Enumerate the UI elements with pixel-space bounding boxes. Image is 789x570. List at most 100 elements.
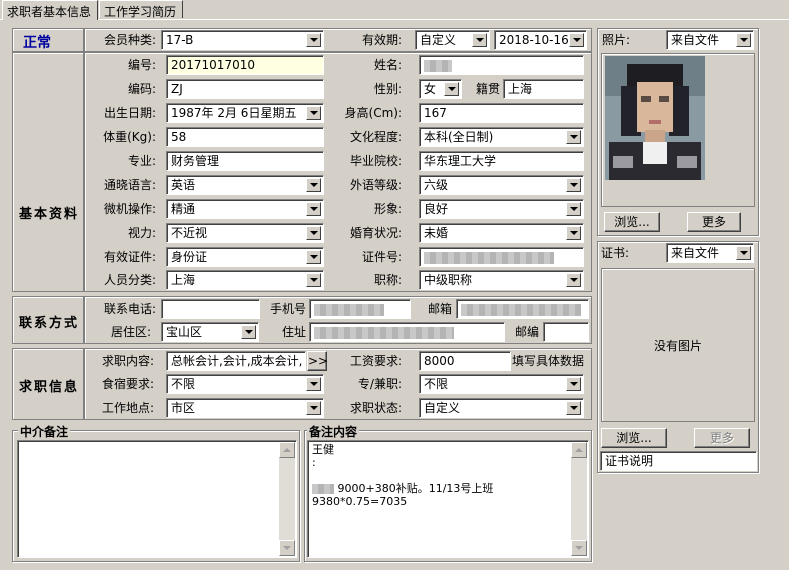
chevron-down-icon[interactable] [736, 246, 751, 260]
school-field[interactable]: 华东理工大学 [419, 151, 584, 171]
id-type-select[interactable]: 身份证 [166, 247, 324, 267]
category-select[interactable]: 上海 [166, 270, 324, 290]
chevron-down-icon[interactable] [444, 82, 459, 96]
mobile-field[interactable] [309, 299, 411, 319]
height-field[interactable]: 167 [419, 103, 584, 123]
native-field[interactable]: 上海 [503, 79, 584, 99]
chevron-down-icon[interactable] [306, 106, 321, 120]
location-value: 市区 [171, 401, 196, 415]
member-type-select[interactable]: 17-B [161, 30, 324, 50]
edu-label: 文化程度: [349, 130, 402, 144]
scroll-down-icon[interactable] [571, 540, 587, 556]
code-field[interactable]: ZJ [166, 79, 324, 99]
chevron-down-icon[interactable] [306, 401, 321, 415]
chevron-down-icon[interactable] [566, 178, 581, 192]
chevron-down-icon[interactable] [472, 33, 487, 47]
location-select[interactable]: 市区 [166, 398, 324, 418]
phone-field[interactable] [161, 299, 260, 319]
height-label: 身高(Cm): [344, 106, 402, 120]
more-label: 更多 [701, 215, 726, 229]
photo-label: 照片: [602, 33, 631, 47]
basic-group: 基本资料 [12, 52, 84, 292]
browse-label: 浏览... [616, 431, 652, 445]
fulltime-select[interactable]: 不限 [419, 374, 584, 394]
position-label: 求职内容: [101, 354, 154, 368]
title-value: 中级职称 [424, 273, 473, 287]
lang-select[interactable]: 英语 [166, 175, 324, 195]
tab-work-history[interactable]: 工作学习简历 [99, 0, 183, 19]
cert-source-select[interactable]: 来自文件 [666, 243, 754, 263]
birth-date-picker[interactable]: 1987年 2月 6日星期五 [166, 103, 324, 123]
chevron-down-icon[interactable] [566, 226, 581, 240]
chevron-down-icon[interactable] [566, 273, 581, 287]
photo-browse-button[interactable]: 浏览... [604, 212, 660, 232]
position-value: 总帐会计,会计,成本会计, [171, 354, 303, 368]
scrollbar[interactable] [571, 442, 587, 556]
major-field[interactable]: 财务管理 [166, 151, 324, 171]
title-select[interactable]: 中级职称 [419, 270, 584, 290]
chevron-down-icon[interactable] [569, 33, 584, 47]
salary-field[interactable]: 8000 [419, 351, 511, 371]
number-field[interactable]: 20171017010 [166, 55, 324, 75]
name-field[interactable] [419, 55, 584, 75]
marital-select[interactable]: 未婚 [419, 223, 584, 243]
tab-basic-info[interactable]: 求职者基本信息 [2, 0, 98, 20]
photo-more-button[interactable]: 更多 [687, 212, 741, 232]
vision-select[interactable]: 不近视 [166, 223, 324, 243]
postcode-field[interactable] [543, 322, 589, 342]
chevron-down-icon[interactable] [566, 130, 581, 144]
pc-select[interactable]: 精通 [166, 199, 324, 219]
chevron-down-icon[interactable] [306, 226, 321, 240]
redacted-name [424, 59, 452, 72]
lang-level-select[interactable]: 六级 [419, 175, 584, 195]
position-more-button[interactable]: >> [307, 351, 328, 371]
cert-label: 证书: [601, 246, 630, 260]
cert-browse-button[interactable]: 浏览... [601, 428, 667, 448]
id-no-field[interactable] [419, 247, 584, 267]
chevron-down-icon[interactable] [566, 202, 581, 216]
weight-label: 体重(Kg): [103, 130, 156, 144]
code-value: ZJ [171, 82, 183, 96]
chevron-down-icon[interactable] [306, 178, 321, 192]
scrollbar[interactable] [279, 442, 295, 556]
job-status-select[interactable]: 自定义 [419, 398, 584, 418]
gender-select[interactable]: 女 [419, 79, 462, 99]
chevron-down-icon[interactable] [566, 377, 581, 391]
redacted-email [461, 303, 581, 316]
cert-desc-field[interactable]: 证书说明 [600, 451, 757, 471]
weight-field[interactable]: 58 [166, 127, 324, 147]
pc-value: 精通 [171, 202, 196, 216]
chevron-down-icon[interactable] [241, 325, 256, 339]
scroll-down-icon[interactable] [279, 540, 295, 556]
major-value: 财务管理 [171, 154, 220, 168]
validity-date-picker[interactable]: 2018-10-16 [494, 30, 587, 50]
phone-label: 联系电话: [103, 302, 156, 316]
image-select[interactable]: 良好 [419, 199, 584, 219]
edu-select[interactable]: 本科(全日制) [419, 127, 584, 147]
chevron-down-icon[interactable] [736, 33, 751, 47]
validity-type-select[interactable]: 自定义 [415, 30, 490, 50]
chevron-down-icon[interactable] [306, 33, 321, 47]
chevron-down-icon[interactable] [306, 202, 321, 216]
address-field[interactable] [309, 322, 505, 342]
lang-value: 英语 [171, 178, 196, 192]
board-value: 不限 [171, 377, 196, 391]
image-value: 良好 [424, 202, 449, 216]
agency-notes-textarea[interactable] [17, 440, 297, 558]
chevron-down-icon[interactable] [566, 401, 581, 415]
lang-label: 通晓语言: [103, 178, 156, 192]
board-select[interactable]: 不限 [166, 374, 324, 394]
district-select[interactable]: 宝山区 [161, 322, 259, 342]
content-notes-textarea[interactable]: 王健 : 9000+380补贴。11/13号上班 9380*0.75=7035 [307, 440, 589, 558]
email-field[interactable] [456, 299, 589, 319]
cert-more-button[interactable]: 更多 [694, 428, 750, 448]
chevron-down-icon[interactable] [306, 250, 321, 264]
scroll-up-icon[interactable] [571, 442, 587, 458]
board-label: 食宿要求: [101, 377, 154, 391]
position-field[interactable]: 总帐会计,会计,成本会计, [166, 351, 306, 371]
chevron-down-icon[interactable] [306, 273, 321, 287]
scroll-up-icon[interactable] [279, 442, 295, 458]
vision-value: 不近视 [171, 226, 208, 240]
chevron-down-icon[interactable] [306, 377, 321, 391]
photo-source-select[interactable]: 来自文件 [666, 30, 754, 50]
